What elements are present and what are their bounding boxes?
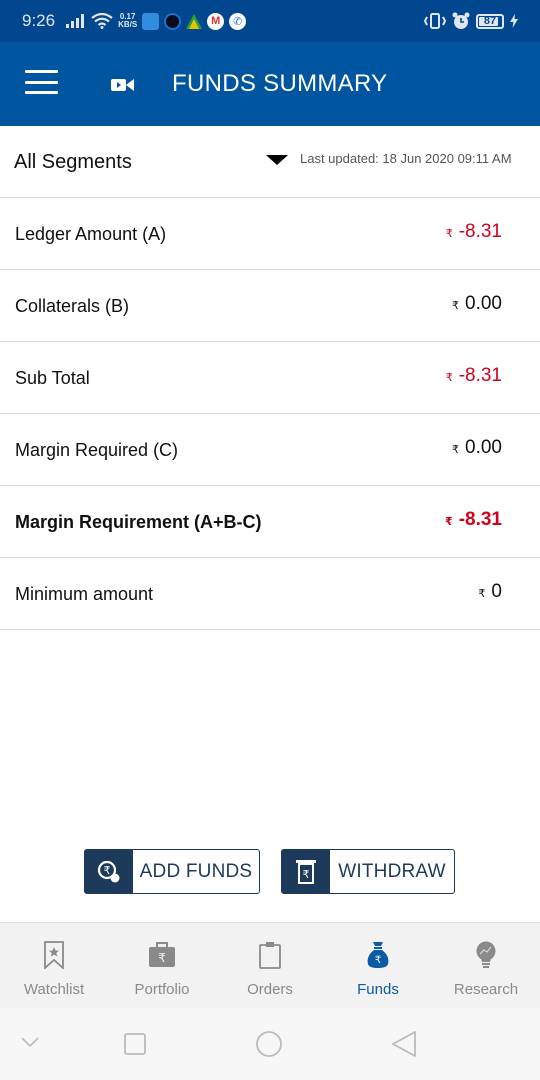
status-bar: 9:26 0.17 KB/S M ✆ 87: [0, 0, 540, 42]
rupee-icon: ₹: [478, 588, 486, 600]
funds-row-value: ₹ -8.31: [445, 509, 502, 531]
amount: 0.00: [465, 293, 502, 314]
money-bag-icon: ₹: [363, 939, 393, 971]
system-navigation-bar: [0, 1008, 540, 1080]
bookmark-star-icon: [39, 939, 69, 971]
withdraw-button[interactable]: ₹ WITHDRAW: [281, 849, 455, 894]
nav-item-watchlist[interactable]: Watchlist: [0, 923, 108, 1008]
funds-row-label: Margin Requirement (A+B-C): [15, 512, 262, 532]
funds-row-label: Minimum amount: [15, 584, 154, 604]
add-funds-button[interactable]: ₹ ADD FUNDS: [84, 849, 260, 894]
add-funds-label: ADD FUNDS: [139, 860, 253, 882]
nav-label: Portfolio: [134, 981, 190, 998]
clock: 9:26: [22, 11, 56, 30]
svg-text:₹: ₹: [158, 951, 166, 965]
funds-row-value: ₹ -8.31: [446, 221, 502, 243]
app-bar: FUNDS SUMMARY: [0, 42, 540, 126]
alarm-icon: [452, 12, 470, 29]
app-notification-icon: [164, 12, 182, 30]
rupee-icon: ₹: [452, 444, 460, 456]
funds-row-value: ₹0: [478, 581, 502, 603]
svg-text:₹: ₹: [303, 868, 310, 881]
network-speed: 0.17 KB/S: [118, 13, 137, 29]
nav-label: Orders: [247, 981, 293, 998]
back-triangle-icon[interactable]: [390, 1030, 418, 1058]
clipboard-icon: [255, 939, 285, 971]
nav-item-orders[interactable]: Orders: [216, 923, 324, 1008]
rupee-icon: ₹: [445, 372, 453, 384]
home-circle-icon[interactable]: [255, 1030, 283, 1058]
funds-row-label: Collaterals (B): [15, 296, 130, 316]
page-title: FUNDS SUMMARY: [172, 70, 388, 97]
briefcase-rupee-icon: ₹: [147, 939, 177, 971]
nav-item-research[interactable]: Research: [432, 923, 540, 1008]
battery-icon: 87: [476, 13, 504, 29]
nav-label: Watchlist: [23, 981, 85, 998]
funds-row: Ledger Amount (A) ₹ -8.31: [0, 198, 540, 270]
bottom-navigation: Watchlist ₹ Portfolio Orders ₹ Funds Res…: [0, 922, 540, 1008]
amount: -8.31: [458, 509, 502, 530]
app-notification-icon: [186, 13, 203, 29]
funds-row-label: Margin Required (C): [15, 440, 179, 460]
amount: -8.31: [458, 365, 502, 386]
funds-row: Collaterals (B) ₹0.00: [0, 270, 540, 342]
funds-row-value: ₹0.00: [452, 437, 502, 459]
funds-row: Margin Requirement (A+B-C) ₹ -8.31: [0, 486, 540, 558]
charging-icon: [510, 14, 518, 28]
withdraw-icon: ₹: [282, 850, 330, 893]
funds-row: Sub Total ₹ -8.31: [0, 342, 540, 414]
svg-text:₹: ₹: [104, 864, 111, 877]
recents-square-icon[interactable]: [123, 1032, 147, 1056]
funds-row: Margin Required (C) ₹0.00: [0, 414, 540, 486]
hamburger-icon[interactable]: [25, 70, 58, 94]
vibrate-icon: [424, 13, 446, 29]
amount: -8.31: [458, 221, 502, 242]
battery-level: 87: [483, 15, 497, 27]
wifi-icon: [91, 13, 113, 29]
nav-label: Funds: [357, 981, 399, 998]
funds-row-value: ₹0.00: [452, 293, 502, 315]
gmail-icon: M: [207, 12, 225, 30]
nav-item-funds[interactable]: ₹ Funds: [324, 923, 432, 1008]
chevron-down-icon[interactable]: [20, 1036, 40, 1048]
funds-row: Minimum amount ₹0: [0, 558, 540, 630]
rupee-icon: ₹: [445, 228, 453, 240]
amount: 0: [491, 581, 502, 602]
withdraw-label: WITHDRAW: [338, 860, 446, 882]
rupee-icon: ₹: [452, 300, 460, 312]
phone-app-icon: ✆: [229, 12, 247, 30]
last-updated-text: Last updated: 18 Jun 2020 09:11 AM: [300, 151, 512, 166]
nav-label: Research: [453, 981, 519, 998]
app-notification-icon: [142, 12, 160, 30]
funds-row-value: ₹ -8.31: [446, 365, 502, 387]
rupee-icon: ₹: [445, 516, 453, 528]
funds-row-label: Sub Total: [15, 368, 90, 388]
add-funds-icon: ₹: [85, 850, 133, 893]
net-speed-unit: KB/S: [118, 20, 138, 29]
nav-item-portfolio[interactable]: ₹ Portfolio: [108, 923, 216, 1008]
segment-dropdown-value[interactable]: All Segments: [14, 151, 132, 174]
signal-icon: [66, 14, 85, 28]
caret-down-icon[interactable]: [266, 155, 288, 165]
amount: 0.00: [465, 437, 502, 458]
segment-selector[interactable]: All Segments Last updated: 18 Jun 2020 0…: [0, 126, 540, 198]
video-camera-icon[interactable]: [111, 78, 134, 92]
svg-text:₹: ₹: [375, 955, 381, 966]
funds-row-label: Ledger Amount (A): [15, 224, 167, 244]
lightbulb-icon: [471, 939, 501, 971]
